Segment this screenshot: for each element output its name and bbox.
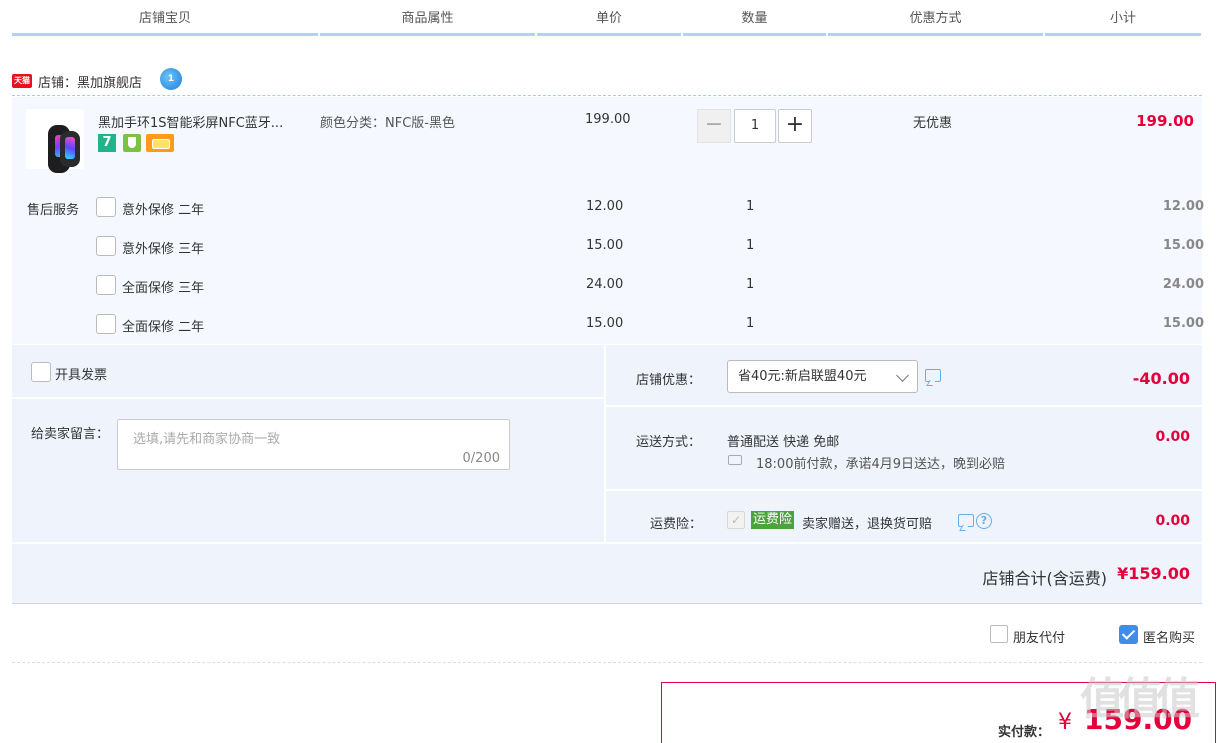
product-title-link[interactable]: 黑加手环1S智能彩屏NFC蓝牙... — [98, 112, 283, 131]
shop-total-value: ¥159.00 — [1117, 564, 1190, 583]
product-thumbnail[interactable] — [26, 109, 84, 173]
coupon-select[interactable]: 省40元:新启联盟40元 — [727, 360, 918, 393]
guarantee-icon[interactable] — [123, 134, 141, 152]
invoice-checkbox[interactable] — [31, 362, 51, 382]
shop-name-link[interactable]: 店铺：黑加旗舰店 — [38, 72, 142, 91]
col-header-item: 店铺宝贝 — [12, 0, 318, 36]
payment-currency: ¥ — [1058, 710, 1072, 735]
col-header-subtotal: 小计 — [1045, 0, 1201, 36]
quantity-decrease-button[interactable]: − — [697, 109, 731, 143]
tmall-badge: 天猫 — [12, 74, 32, 88]
message-label: 给卖家留言： — [31, 427, 110, 442]
divider — [606, 405, 1202, 407]
service-price: 12.00 — [586, 199, 624, 214]
divider — [12, 662, 1202, 663]
watermark-logo: 值值值 — [1080, 674, 1200, 725]
quantity-increase-button[interactable]: + — [778, 109, 812, 143]
service-row: 全面保修 二年 15.00 1 15.00 — [96, 314, 1204, 336]
insurance-label: 运费险： — [650, 517, 703, 532]
anonymous-label[interactable]: 匿名购买 — [1143, 627, 1195, 646]
service-name: 意外保修 二年 — [122, 203, 205, 218]
shop-row: 天猫 店铺：黑加旗舰店 1 — [12, 68, 1202, 96]
divider — [12, 397, 604, 399]
truck-icon — [728, 455, 742, 465]
anonymous-checkbox[interactable] — [1119, 625, 1138, 644]
service-checkbox[interactable] — [96, 275, 116, 295]
invoice-label[interactable]: 开具发票 — [55, 364, 107, 383]
shop-total-label: 店铺合计(含运费) — [982, 569, 1108, 588]
divider — [606, 489, 1202, 491]
discount-method: 无优惠 — [913, 116, 953, 131]
seven-day-return-icon[interactable]: 7 — [98, 134, 116, 152]
insurance-price: 0.00 — [1155, 513, 1190, 529]
service-name: 全面保修 三年 — [122, 281, 205, 296]
service-name: 意外保修 三年 — [122, 242, 205, 257]
service-price: 24.00 — [586, 277, 624, 292]
col-header-attr: 商品属性 — [320, 0, 535, 36]
unit-price: 199.00 — [585, 112, 631, 127]
message-char-count: 0/200 — [462, 451, 500, 466]
service-label: 售后服务 — [27, 203, 80, 218]
divider — [604, 345, 606, 543]
chevron-down-icon — [896, 369, 909, 382]
comment-icon[interactable] — [925, 369, 941, 382]
col-header-price: 单价 — [537, 0, 681, 36]
band-screen-2 — [65, 137, 75, 159]
help-icon[interactable]: ? — [976, 513, 992, 529]
service-qty: 1 — [746, 277, 755, 292]
service-checkbox[interactable] — [96, 314, 116, 334]
service-qty: 1 — [746, 238, 755, 253]
payment-label: 实付款： — [998, 725, 1051, 740]
seller-message-input[interactable]: 选填,请先和商家协商一致 0/200 — [117, 419, 510, 470]
service-row: 意外保修 三年 15.00 1 15.00 — [96, 236, 1204, 258]
card-payment-icon[interactable] — [146, 134, 174, 152]
service-subtotal: 15.00 — [1162, 316, 1204, 331]
order-summary-area: 开具发票 给卖家留言： 选填,请先和商家协商一致 0/200 店铺优惠： 省40… — [12, 345, 1202, 604]
service-price: 15.00 — [586, 316, 624, 331]
coupon-label: 店铺优惠： — [636, 373, 702, 388]
quantity-input[interactable]: 1 — [734, 109, 776, 143]
service-qty: 1 — [746, 199, 755, 214]
insurance-checkbox: ✓ — [727, 511, 745, 529]
item-area: 黑加手环1S智能彩屏NFC蓝牙... 7 颜色分类：NFC版-黑色 199.00… — [12, 97, 1204, 344]
service-price: 15.00 — [586, 238, 624, 253]
friend-pay-checkbox[interactable] — [990, 625, 1008, 643]
message-placeholder: 选填,请先和商家协商一致 — [133, 432, 281, 447]
wangwang-chat-icon[interactable]: 1 — [160, 68, 182, 90]
coupon-selected-value: 省40元:新启联盟40元 — [738, 369, 867, 384]
service-row: 意外保修 二年 12.00 1 12.00 — [96, 197, 1204, 219]
insurance-text: 卖家赠送，退换货可赔 — [802, 517, 933, 532]
service-row: 全面保修 三年 24.00 1 24.00 — [96, 275, 1204, 297]
divider — [12, 542, 1202, 544]
coupon-amount: -40.00 — [1132, 369, 1190, 388]
service-subtotal: 15.00 — [1162, 238, 1204, 253]
shipping-label: 运送方式： — [636, 435, 702, 450]
service-name: 全面保修 二年 — [122, 320, 205, 335]
service-qty: 1 — [746, 316, 755, 331]
service-subtotal: 24.00 — [1162, 277, 1204, 292]
service-checkbox[interactable] — [96, 236, 116, 256]
service-checkbox[interactable] — [96, 197, 116, 217]
col-header-qty: 数量 — [683, 0, 826, 36]
shipping-price: 0.00 — [1155, 429, 1190, 445]
shipping-promise: 18:00前付款，承诺4月9日送达，晚到必赔 — [756, 457, 1006, 472]
shipping-method: 普通配送 快递 免邮 — [727, 435, 840, 450]
insurance-tag: 运费险 — [751, 511, 795, 529]
friend-pay-label[interactable]: 朋友代付 — [1013, 627, 1065, 646]
service-subtotal: 12.00 — [1162, 199, 1204, 214]
comment-icon[interactable] — [958, 514, 974, 527]
item-subtotal: 199.00 — [1136, 112, 1194, 130]
col-header-discount: 优惠方式 — [828, 0, 1043, 36]
product-attribute: 颜色分类：NFC版-黑色 — [320, 116, 455, 131]
